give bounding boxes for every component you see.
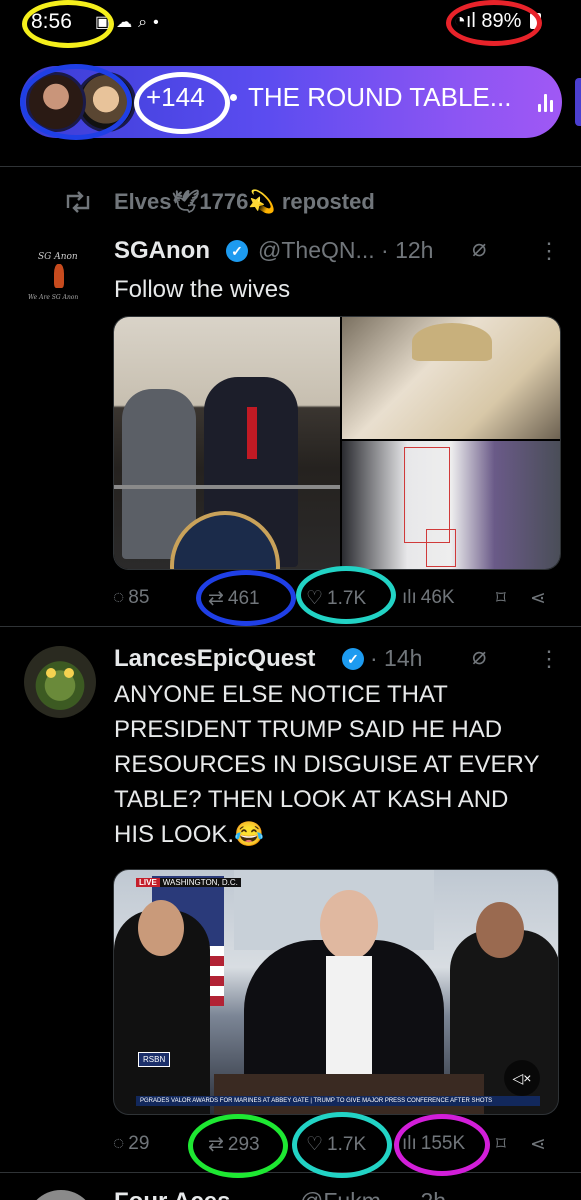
torch-graphic <box>54 264 64 288</box>
image-balcony[interactable] <box>114 317 340 569</box>
annotation-ring-blue-reposts <box>196 570 296 626</box>
image-white-outfit[interactable] <box>342 441 560 569</box>
share-icon[interactable]: ⋖ <box>530 1133 546 1156</box>
sganon-avatar[interactable]: SG Anon We Are SG Anon <box>24 238 94 308</box>
lancesepicquest-avatar[interactable] <box>24 646 96 718</box>
analytics-icon: ılı <box>402 587 417 608</box>
annotation-ring-cyan-likes-2 <box>292 1112 392 1178</box>
post-time[interactable]: · 14h <box>370 645 422 672</box>
reply-button[interactable]: ◌ 29 <box>113 1133 149 1155</box>
repost-icon <box>66 191 90 213</box>
annotation-ring-white <box>134 72 230 134</box>
next-tweet-avatar[interactable] <box>26 1190 96 1200</box>
reply-icon: ◌ <box>113 587 125 608</box>
tweet-text: ANYONE ELSE NOTICE THAT PRESIDENT TRUMP … <box>114 681 540 848</box>
next-space-peek[interactable] <box>575 78 581 126</box>
annotation-ring-cyan-likes <box>296 566 396 624</box>
divider <box>0 166 581 167</box>
separator-dot <box>230 94 237 101</box>
annotation-ring-magenta-views <box>394 1114 490 1176</box>
bookmark-icon[interactable]: ⌑ <box>496 1133 506 1156</box>
next-tweet-handle[interactable]: @Fukm... · 2h <box>300 1188 446 1200</box>
space-title: THE ROUND TABLE... <box>248 82 512 112</box>
reply-icon: ◌ <box>113 1133 125 1154</box>
live-banner: LIVE WASHINGTON, D.C. <box>136 878 241 887</box>
annotation-ring-red <box>446 0 542 46</box>
more-options-icon[interactable]: ⋮ <box>538 238 560 264</box>
view-count: 46K <box>420 587 455 608</box>
verified-badge-icon: ✓ <box>342 648 364 670</box>
tweet-image-grid[interactable] <box>113 316 561 570</box>
annotation-ring-green-reposts <box>188 1114 288 1178</box>
more-options-icon[interactable]: ⋮ <box>538 646 560 672</box>
views-button[interactable]: ılı 46K <box>402 587 455 609</box>
grok-icon[interactable]: ⌀ <box>472 642 486 671</box>
grok-icon[interactable]: ⌀ <box>472 234 486 263</box>
reply-button[interactable]: ◌ 85 <box>113 587 149 609</box>
verified-badge-icon: ✓ <box>226 240 248 262</box>
reply-count: 29 <box>128 1133 150 1154</box>
author-name[interactable]: SGAnon <box>114 237 210 265</box>
divider <box>0 1172 581 1173</box>
bookmark-icon[interactable]: ⌑ <box>496 587 506 610</box>
reposted-by-label[interactable]: Elves🕊1776💫 reposted <box>114 189 375 215</box>
image-ruffled-blouse[interactable] <box>342 317 560 439</box>
author-handle[interactable]: @TheQN... · 12h <box>258 237 433 264</box>
news-ticker: PGRADES VALOR AWARDS FOR MARINES AT ABBE… <box>136 1096 540 1106</box>
avatar-logo-subtext: We Are SG Anon <box>28 294 79 301</box>
tweet-text: Follow the wives <box>114 276 291 303</box>
network-logo: RSBN <box>138 1052 171 1067</box>
author-name[interactable]: LancesEpicQuest <box>114 645 315 673</box>
podium <box>214 1074 484 1114</box>
reply-count: 85 <box>128 587 150 608</box>
tweet-video[interactable]: LIVE WASHINGTON, D.C. RSBN PGRADES VALOR … <box>113 869 559 1115</box>
next-tweet-author[interactable]: Four Aces <box>114 1188 230 1200</box>
avatar-logo-text: SG Anon <box>38 252 78 262</box>
mute-icon[interactable]: ◁× <box>504 1060 540 1096</box>
annotation-ring-blue <box>20 64 132 140</box>
share-icon[interactable]: ⋖ <box>530 587 546 610</box>
annotation-ring-yellow <box>22 0 114 48</box>
audio-equalizer-icon <box>538 92 554 112</box>
divider <box>0 626 581 627</box>
